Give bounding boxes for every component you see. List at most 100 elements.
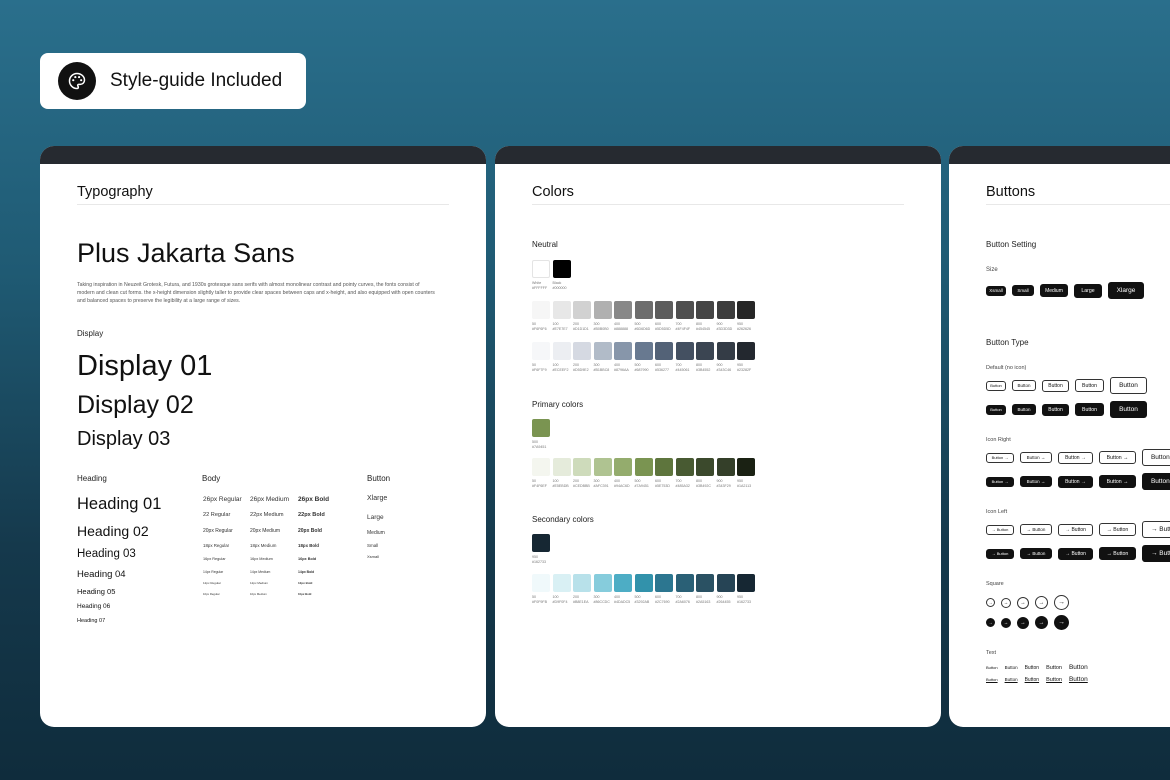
size-large-button[interactable]: Large: [1074, 283, 1102, 298]
button-default[interactable]: Button: [1042, 379, 1069, 392]
button-right[interactable]: Button →: [1020, 452, 1052, 463]
swatch-chip: [593, 301, 612, 319]
text-button[interactable]: Button: [1069, 664, 1088, 671]
swatch-chip: [696, 342, 714, 360]
body-sample: 18px Bold: [298, 543, 319, 548]
default-outline-row: Button Button Button Button Button: [986, 377, 1147, 394]
square-arrow-button[interactable]: →: [1017, 616, 1029, 629]
text-button[interactable]: Button: [1046, 665, 1062, 671]
button-right[interactable]: Button →: [986, 476, 1014, 487]
color-swatch: 800 #454545: [696, 301, 714, 331]
button-right[interactable]: Button →: [1020, 476, 1052, 487]
display-02: Display 02: [77, 391, 194, 419]
swatch-chip: [737, 342, 755, 360]
button-default[interactable]: Button: [1012, 380, 1036, 391]
body-sample: 10px Bold: [298, 592, 312, 596]
body-sample: 22 Regular: [203, 512, 231, 518]
swatch-hex: #2A6076: [675, 599, 690, 604]
button-right[interactable]: Button →: [1142, 449, 1170, 466]
button-left[interactable]: → Button: [1142, 521, 1170, 538]
swatch-chip: [552, 458, 571, 476]
square-arrow-button[interactable]: →: [1017, 596, 1029, 609]
button-left[interactable]: → Button: [1058, 547, 1093, 560]
size-xlarge-button[interactable]: Xlarge: [1108, 282, 1144, 299]
button-right[interactable]: Button →: [1142, 473, 1170, 490]
square-arrow-button[interactable]: →: [986, 598, 995, 607]
button-right[interactable]: Button →: [986, 452, 1014, 463]
button-type-label: Button Type: [986, 338, 1029, 347]
color-swatch: 400 #888888: [614, 301, 632, 331]
heading-04: Heading 04: [77, 569, 126, 580]
text-button[interactable]: Button: [1005, 677, 1018, 682]
button-right[interactable]: Button →: [1058, 451, 1093, 464]
text-button[interactable]: Button: [1046, 677, 1062, 683]
square-arrow-button[interactable]: →: [1035, 596, 1048, 609]
color-swatch: Black #000000: [552, 260, 571, 290]
square-dark-row: → → → → →: [986, 615, 1069, 630]
swatch-hex: #2A5163: [696, 599, 711, 604]
button-default[interactable]: Button: [986, 380, 1006, 391]
text-button[interactable]: Button: [986, 665, 998, 670]
swatch-chip: [593, 458, 612, 476]
swatch-hex: #3B492C: [696, 483, 711, 488]
icon-left-dark-row: → Button → Button → Button → Button → Button: [986, 545, 1170, 562]
button-default[interactable]: Button: [1012, 404, 1036, 415]
neutral-base-swatches: White #FFFFFF Black #000000: [532, 260, 571, 290]
button-right[interactable]: Button →: [1058, 475, 1093, 488]
heading-label: Heading: [77, 474, 107, 483]
square-arrow-button[interactable]: →: [1054, 615, 1069, 630]
swatch-hex: #3292AB: [634, 599, 650, 604]
button-left[interactable]: → Button: [1099, 547, 1136, 560]
square-arrow-button[interactable]: →: [1001, 597, 1011, 608]
button-left[interactable]: → Button: [986, 524, 1014, 535]
badge-label: Style-guide Included: [110, 70, 283, 91]
body-sample: 12px Medium: [250, 581, 269, 585]
swatch-hex: #2C7690: [655, 599, 670, 604]
swatch-hex: #262626: [737, 326, 751, 331]
color-swatch: 700 #4F4F4F: [675, 301, 694, 331]
color-swatch: 800 #3B492C: [696, 458, 714, 488]
button-left[interactable]: → Button: [1099, 523, 1136, 536]
button-left[interactable]: → Button: [1058, 523, 1093, 536]
button-right[interactable]: Button →: [1099, 475, 1136, 488]
color-swatch: 200 #D5D9E2: [573, 342, 591, 372]
swatch-hex: #B8E1EA: [573, 599, 589, 604]
button-default[interactable]: Button: [1042, 403, 1069, 416]
button-right[interactable]: Button →: [1099, 451, 1136, 464]
size-small-button[interactable]: Small: [1012, 285, 1034, 296]
square-arrow-button[interactable]: →: [1035, 616, 1048, 629]
button-default[interactable]: Button: [986, 404, 1006, 415]
button-default[interactable]: Button: [1110, 401, 1147, 418]
swatch-hex: #536277: [655, 367, 669, 372]
body-sample: 20px Medium: [250, 528, 281, 534]
button-left[interactable]: → Button: [1020, 524, 1052, 535]
button-size-xlarge: Xlarge: [367, 495, 388, 502]
square-arrow-button[interactable]: →: [986, 618, 995, 627]
text-button[interactable]: Button: [1025, 665, 1039, 671]
color-swatch: 950 #262626: [737, 301, 755, 331]
neutral-row-2: 50 #F6F7F9 100 #ECEEF2 200 #D5D9E2 300 #B1BBC8 4…: [532, 342, 755, 372]
button-default[interactable]: Button: [1075, 403, 1104, 416]
size-medium-button[interactable]: Medium: [1040, 284, 1068, 297]
button-default[interactable]: Button: [1075, 379, 1104, 392]
display-03: Display 03: [77, 428, 171, 450]
square-arrow-button[interactable]: →: [1001, 617, 1011, 628]
button-default[interactable]: Button: [1110, 377, 1147, 394]
swatch-chip: [696, 458, 714, 476]
text-button[interactable]: Button: [1069, 676, 1088, 683]
button-left[interactable]: → Button: [1142, 545, 1170, 562]
body-sample: 26px Regular: [203, 496, 242, 503]
square-arrow-button[interactable]: →: [1054, 595, 1069, 610]
text-button[interactable]: Button: [1025, 677, 1039, 683]
size-xsmall-button[interactable]: Xsmall: [986, 285, 1006, 296]
swatch-hex: #6D6D6D: [634, 326, 651, 331]
swatch-hex: #E7E7E7: [552, 326, 568, 331]
swatch-chip: [532, 458, 550, 476]
button-left[interactable]: → Button: [986, 548, 1014, 559]
display-label: Display: [77, 329, 104, 338]
text-button[interactable]: Button: [986, 677, 998, 682]
swatch-chip: [696, 301, 714, 319]
text-button[interactable]: Button: [1005, 665, 1018, 670]
button-left[interactable]: → Button: [1020, 548, 1052, 559]
swatch-chip: [716, 458, 735, 476]
